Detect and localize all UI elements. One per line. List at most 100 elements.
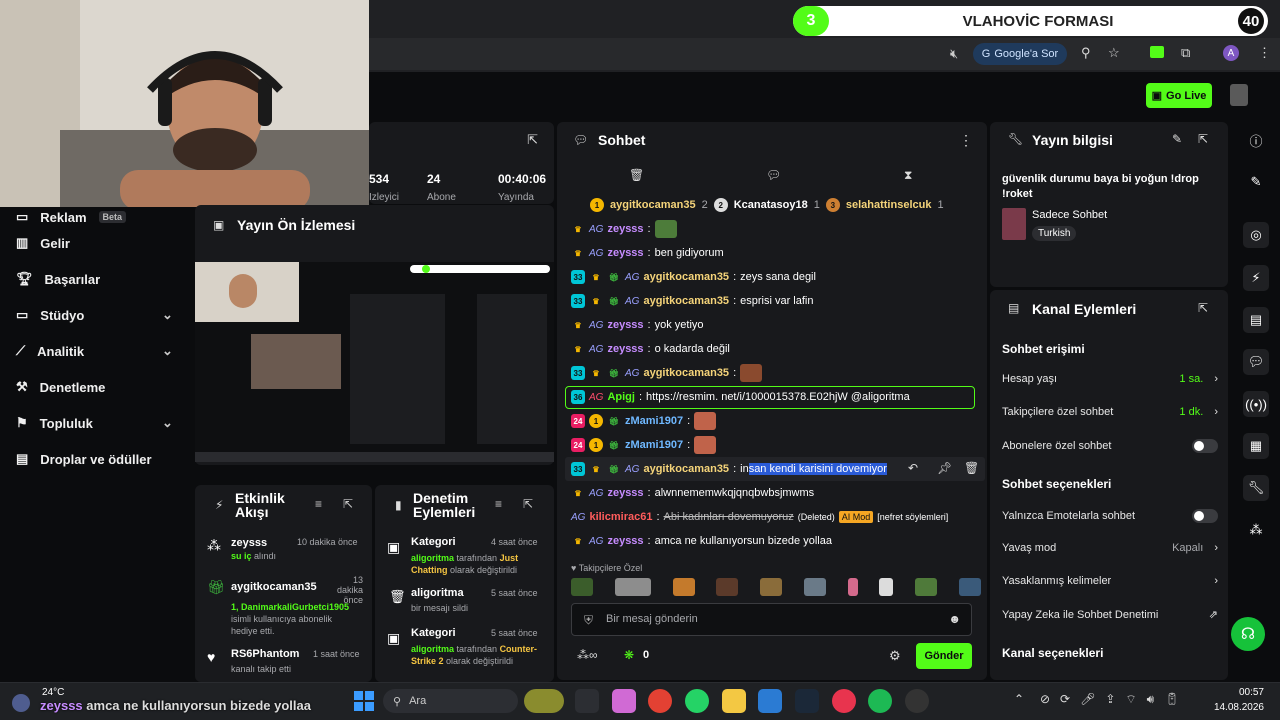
chat-username[interactable]: zeysss (607, 319, 643, 331)
expand-icon[interactable]: ⇱ (527, 132, 538, 148)
chat-message[interactable]: ♛ AG zeysss: ben gidiyorum (571, 243, 723, 263)
subs-only-toggle[interactable] (1192, 439, 1218, 453)
emote-image[interactable] (847, 578, 858, 596)
chat-message[interactable]: ♛ AG zeysss: (571, 219, 677, 239)
sidebar-item-gelir[interactable]: ▥ Gelir (16, 233, 70, 253)
expand-icon[interactable]: ⇱ (523, 497, 533, 511)
chat-icon[interactable]: 💬︎ (1243, 349, 1269, 375)
camera-icon[interactable]: ◎ (1243, 222, 1269, 248)
activity-user[interactable]: aygitkocaman35 (231, 581, 317, 593)
document-icon[interactable]: ▤ (1243, 307, 1269, 333)
chat-username[interactable]: zeysss (607, 247, 643, 259)
chat-message[interactable]: 33 ♛ 🎁︎ AG aygitkocaman35: (571, 363, 763, 383)
chrome-icon[interactable] (648, 689, 672, 713)
expand-icon[interactable]: ⇱ (1198, 301, 1208, 315)
setting-banned-words[interactable]: Yasaklanmış kelimeler › (1002, 575, 1218, 587)
stream-preview-video[interactable] (195, 262, 554, 462)
filter-icon[interactable]: ≡ (495, 497, 502, 511)
chat-username[interactable]: aygitkocaman35 (643, 295, 729, 307)
pin-icon[interactable]: 📌︎ (937, 461, 952, 475)
google-ask-button[interactable]: G Google'a Sor (973, 43, 1067, 65)
trash-icon[interactable]: 🗑︎ (629, 168, 644, 182)
sidebar-item-denetleme[interactable]: ⚒ Denetleme (16, 377, 105, 397)
chat-username[interactable]: zMami1907 (625, 439, 683, 451)
sidebar-item-topluluk[interactable]: ⚑ Topluluk ⌄ (16, 413, 173, 433)
chevron-down-icon[interactable]: ⌄ (162, 343, 173, 359)
profile-avatar[interactable]: A (1223, 45, 1239, 61)
clock-time[interactable]: 00:57 (1222, 687, 1264, 698)
opera-icon[interactable] (832, 689, 856, 713)
activity-user[interactable]: zeysss (231, 537, 267, 549)
steam-icon[interactable] (795, 689, 819, 713)
emote-image[interactable] (716, 578, 739, 596)
user-avatar[interactable] (1230, 84, 1248, 106)
kick-ext-icon[interactable] (1150, 46, 1164, 58)
chat-username[interactable]: aygitkocaman35 (643, 463, 729, 475)
headset-support-icon[interactable]: ☊ (1231, 617, 1265, 651)
setting-followers-only[interactable]: Takipçilere özel sohbet 1 dk. › (1002, 406, 1218, 418)
filter-icon[interactable]: ≡ (315, 497, 322, 511)
chat-bubble-icon[interactable]: 💬︎ (766, 168, 781, 182)
chat-message[interactable]: 33 ♛ 🎁︎ AG aygitkocaman35: esprisi var lafin (571, 291, 813, 311)
chevron-down-icon[interactable]: ⌄ (162, 307, 173, 323)
settings-gear-icon[interactable]: ⚙ (889, 648, 901, 664)
emote-image[interactable] (879, 578, 894, 596)
leader-user[interactable]: Kcanatasoy18 (734, 199, 808, 211)
pencil-icon[interactable]: ✎ (1243, 169, 1269, 195)
clock-date[interactable]: 14.08.2026 (1212, 702, 1264, 713)
mute-icon[interactable]: 🔇︎ (950, 46, 958, 62)
emote-image[interactable] (672, 578, 695, 596)
setting-account-age[interactable]: Hesap yaşı 1 sa. › (1002, 373, 1218, 385)
expand-icon[interactable]: ⇱ (343, 497, 353, 511)
chat-username[interactable]: zeysss (607, 487, 643, 499)
emoji-icon[interactable]: ☻ (948, 612, 961, 626)
chat-message[interactable]: 36 AG Apigj: https://resmim. net/i/10000153… (571, 387, 910, 407)
whatsapp-icon[interactable] (685, 689, 709, 713)
chat-username[interactable]: zMami1907 (625, 415, 683, 427)
tray-icons[interactable]: ⊘⟳🎤︎⇪⌔🔊︎🔋︎ (1040, 692, 1189, 707)
emote-image[interactable] (803, 578, 826, 596)
layout-icon[interactable]: ▦ (1243, 433, 1269, 459)
chat-username[interactable]: zeysss (607, 535, 643, 547)
chat-message[interactable]: 33 ♛ 🎁︎ AG aygitkocaman35: zeys sana degil (571, 267, 816, 287)
emote-image[interactable] (958, 578, 981, 596)
sidebar-item-studyo[interactable]: ▭ Stüdyo ⌄ (16, 305, 173, 325)
chat-menu-icon[interactable]: ⋮ (959, 132, 973, 149)
category-thumbnail[interactable] (1002, 208, 1026, 240)
copilot-icon[interactable] (612, 689, 636, 713)
sidebar-item-analitik[interactable]: ⟋ Analitik ⌄ (16, 341, 173, 361)
kick-points-icon[interactable]: ⁂∞ (577, 648, 598, 662)
chat-username[interactable]: aygitkocaman35 (643, 367, 729, 379)
expand-icon[interactable]: ⇱ (1198, 132, 1208, 146)
widget-icon[interactable] (524, 689, 564, 713)
chat-message[interactable]: AG kilicmirac61: Abi kadınları dovemuyoruz… (571, 507, 948, 527)
extensions-icon[interactable]: ⧉ (1181, 45, 1190, 61)
browser-menu-icon[interactable]: ⋮ (1258, 45, 1271, 61)
task-view-icon[interactable] (575, 689, 599, 713)
kick-points-icon[interactable]: ⁂ (1243, 517, 1269, 543)
sidebar-item-basarilar[interactable]: 🏆︎ Başarılar (16, 269, 100, 289)
windows-start-icon[interactable] (354, 691, 374, 711)
sidebar-item-reklam[interactable]: ▭ Reklam Beta (16, 207, 127, 227)
wrench-icon[interactable]: 🔧︎ (1243, 475, 1269, 501)
sidebar-item-droplar[interactable]: ▤ Droplar ve ödüller (16, 449, 152, 469)
delete-icon[interactable]: 🗑︎ (964, 461, 979, 475)
setting-slow-mode[interactable]: Yavaş mod Kapalı › (1002, 542, 1218, 554)
spotify-icon[interactable] (868, 689, 892, 713)
lightning-icon[interactable]: ⚡︎ (1243, 265, 1269, 291)
emote-only-toggle[interactable] (1192, 509, 1218, 523)
send-button[interactable]: Gönder (916, 643, 972, 669)
file-explorer-icon[interactable] (722, 689, 746, 713)
setting-ai-moderation[interactable]: Yapay Zeka ile Sohbet Denetimi ⇗ (1002, 608, 1218, 622)
chat-username[interactable]: zeysss (607, 223, 643, 235)
reply-icon[interactable]: ↶ (908, 461, 918, 475)
zoom-icon[interactable]: ⚲ (1081, 45, 1091, 61)
address-bar[interactable] (369, 38, 1280, 70)
info-icon[interactable]: ⓘ (1243, 127, 1269, 153)
setting-emote-only[interactable]: Yalnızca Emotelarla sohbet (1002, 509, 1218, 523)
chat-text[interactable]: https://resmim. net/i/1000015378.E02hjW … (646, 391, 910, 403)
leader-user[interactable]: aygitkocaman35 (610, 199, 696, 211)
chat-username[interactable]: zeysss (607, 343, 643, 355)
stream-category[interactable]: Sadece Sohbet (1032, 209, 1107, 221)
hourglass-icon[interactable]: ⧗ (904, 168, 912, 183)
